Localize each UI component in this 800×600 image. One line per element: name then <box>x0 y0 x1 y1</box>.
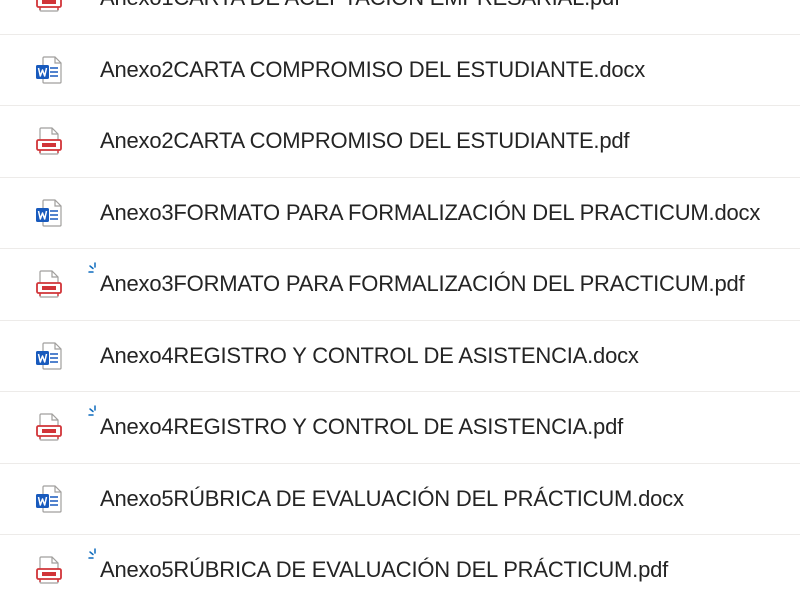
pdf-file-icon <box>36 0 62 12</box>
pdf-file-icon <box>36 413 62 441</box>
file-row[interactable]: Anexo2CARTA COMPROMISO DEL ESTUDIANTE.do… <box>0 35 800 106</box>
word-file-icon <box>36 56 62 84</box>
pdf-file-icon <box>36 127 62 155</box>
file-name-link[interactable]: Anexo3FORMATO PARA FORMALIZACIÓN DEL PRA… <box>100 200 760 226</box>
file-name-link[interactable]: Anexo3FORMATO PARA FORMALIZACIÓN DEL PRA… <box>100 271 745 297</box>
file-row[interactable]: Anexo5RÚBRICA DE EVALUACIÓN DEL PRÁCTICU… <box>0 464 800 535</box>
file-row[interactable]: Anexo2CARTA COMPROMISO DEL ESTUDIANTE.pd… <box>0 106 800 178</box>
file-row[interactable]: Anexo3FORMATO PARA FORMALIZACIÓN DEL PRA… <box>0 178 800 249</box>
file-row[interactable]: Anexo4REGISTRO Y CONTROL DE ASISTENCIA.p… <box>0 392 800 464</box>
file-name-link[interactable]: Anexo4REGISTRO Y CONTROL DE ASISTENCIA.p… <box>100 414 623 440</box>
file-name-link[interactable]: Anexo5RÚBRICA DE EVALUACIÓN DEL PRÁCTICU… <box>100 486 684 512</box>
word-file-icon <box>36 485 62 513</box>
file-name-link[interactable]: Anexo4REGISTRO Y CONTROL DE ASISTENCIA.d… <box>100 343 639 369</box>
file-row[interactable]: Anexo3FORMATO PARA FORMALIZACIÓN DEL PRA… <box>0 249 800 321</box>
file-name-link[interactable]: Anexo1CARTA DE ACEPTACION EMPRESARIAL.pd… <box>100 0 620 11</box>
file-row[interactable]: Anexo4REGISTRO Y CONTROL DE ASISTENCIA.d… <box>0 321 800 392</box>
file-row[interactable]: Anexo1CARTA DE ACEPTACION EMPRESARIAL.pd… <box>0 0 800 35</box>
pdf-file-icon <box>36 270 62 298</box>
file-name-link[interactable]: Anexo5RÚBRICA DE EVALUACIÓN DEL PRÁCTICU… <box>100 557 668 583</box>
word-file-icon <box>36 342 62 370</box>
file-name-link[interactable]: Anexo2CARTA COMPROMISO DEL ESTUDIANTE.pd… <box>100 128 630 154</box>
file-list: Anexo1CARTA DE ACEPTACION EMPRESARIAL.pd… <box>0 0 800 584</box>
word-file-icon <box>36 199 62 227</box>
pdf-file-icon <box>36 556 62 584</box>
file-name-link[interactable]: Anexo2CARTA COMPROMISO DEL ESTUDIANTE.do… <box>100 57 645 83</box>
file-row[interactable]: Anexo5RÚBRICA DE EVALUACIÓN DEL PRÁCTICU… <box>0 535 800 600</box>
